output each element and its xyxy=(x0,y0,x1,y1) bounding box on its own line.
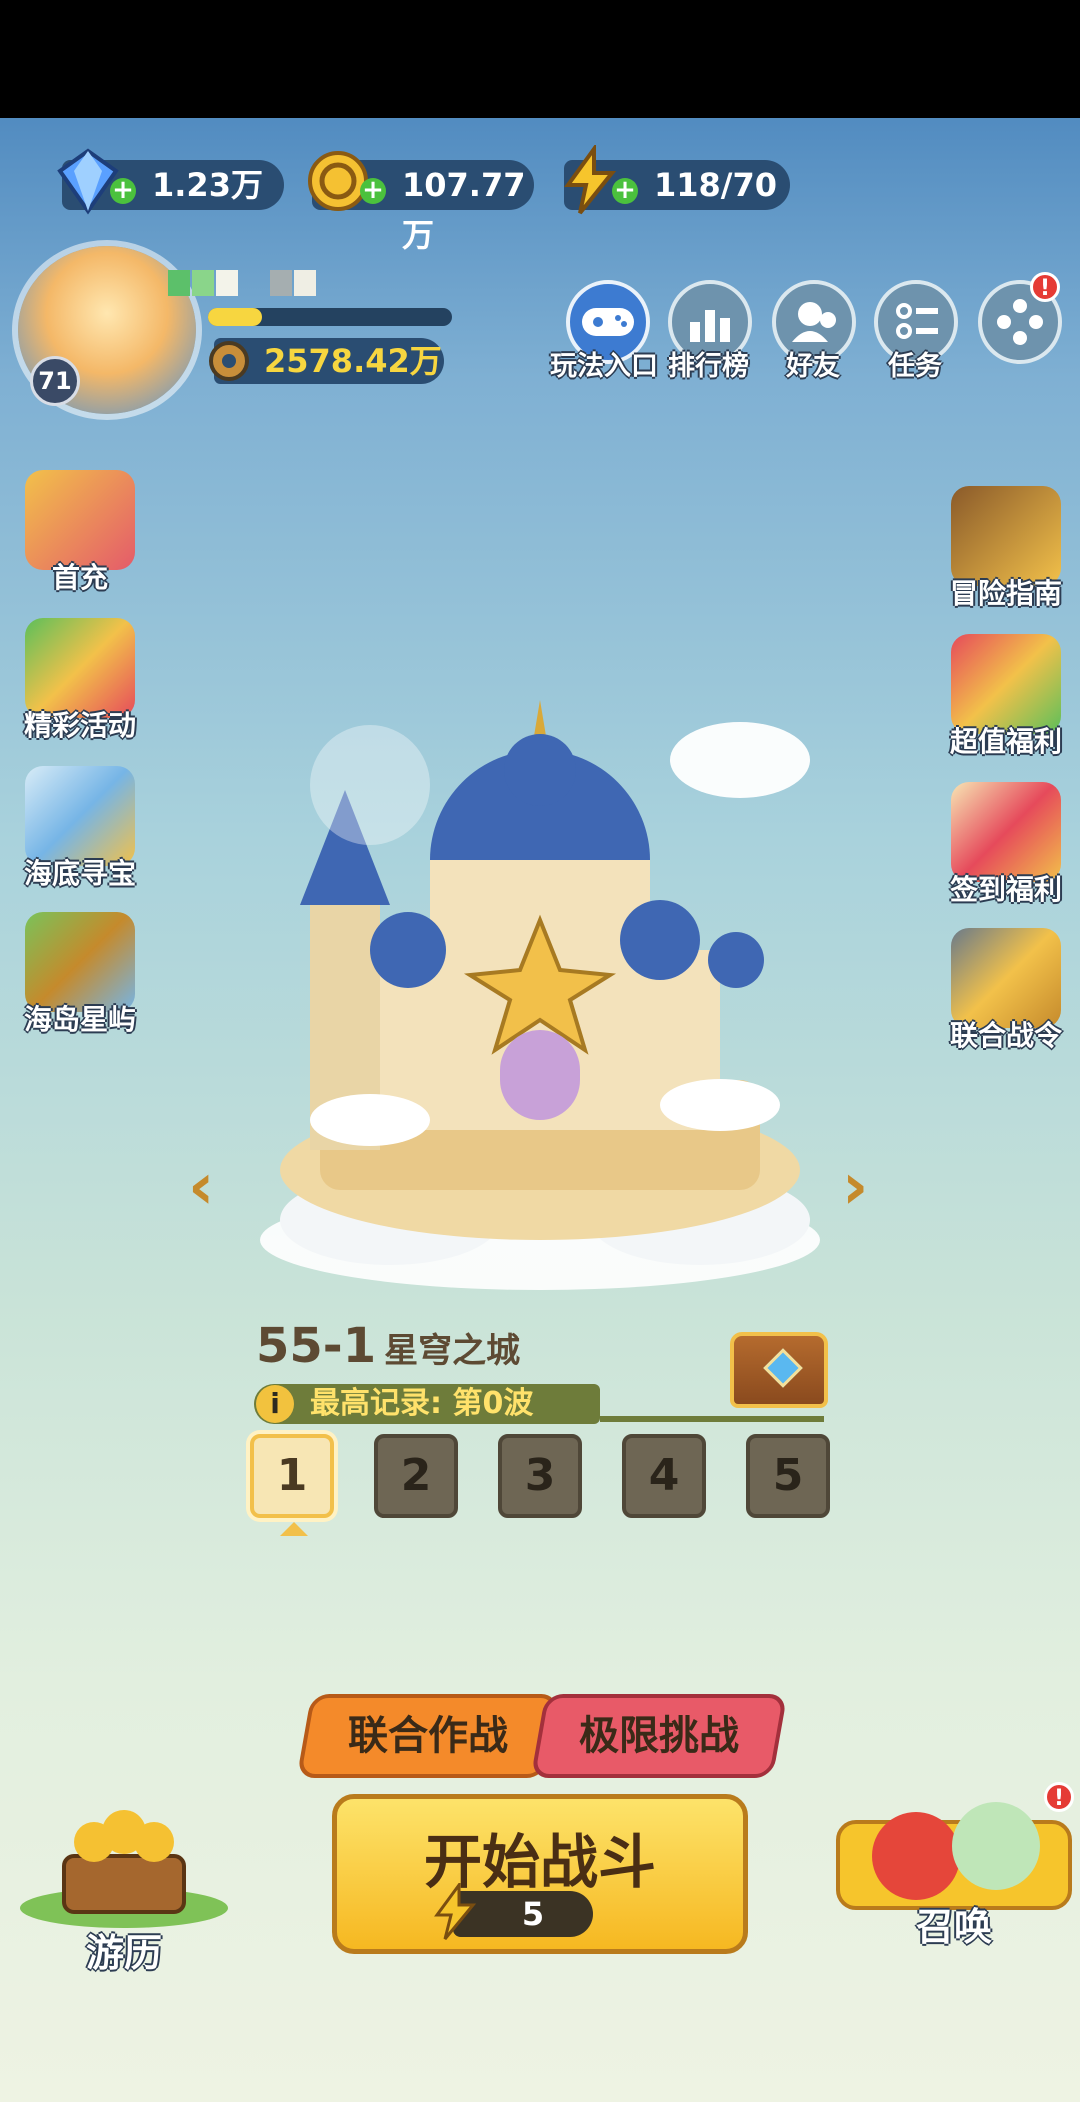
name-placeholder-block xyxy=(192,270,214,296)
island-label: 海岛星屿 xyxy=(23,1003,136,1036)
island-button[interactable]: 海岛星屿 xyxy=(10,912,150,1038)
adventure-guide-label: 冒险指南 xyxy=(949,577,1062,610)
checkin-image xyxy=(951,782,1061,882)
xp-bar xyxy=(208,308,452,326)
friends-label: 好友 xyxy=(786,351,840,382)
castle-illustration xyxy=(260,700,820,1290)
coin-value: 107.77万 xyxy=(402,166,526,254)
treasure-hunt-button[interactable]: 海底寻宝 xyxy=(10,766,150,892)
tasks-label: 任务 xyxy=(888,351,942,382)
checkin-button[interactable]: 签到福利 xyxy=(936,782,1076,908)
chest-gem-icon xyxy=(763,1348,803,1388)
events-image xyxy=(25,618,135,718)
stage-number: 55-1 xyxy=(256,1318,377,1374)
first-recharge-label: 首充 xyxy=(51,561,108,594)
checkin-label: 签到福利 xyxy=(949,873,1062,906)
value-deals-button[interactable]: 超值福利 xyxy=(936,634,1076,760)
battle-pass-label: 联合战令 xyxy=(949,1019,1062,1052)
wave-selected-caret xyxy=(280,1522,308,1536)
energy-cost-icon xyxy=(434,1883,477,1940)
value-deals-label: 超值福利 xyxy=(949,725,1062,758)
more-alert-badge: ! xyxy=(1030,272,1060,302)
coop-battle-label: 联合作战 xyxy=(348,1713,508,1759)
diamond-value: 1.23万 xyxy=(152,166,263,204)
energy-value: 118/70 xyxy=(654,166,778,204)
stage-name: 星穹之城 xyxy=(384,1331,521,1371)
name-placeholder-block xyxy=(216,270,238,296)
battle-pass-button[interactable]: 联合战令 xyxy=(936,928,1076,1054)
wave-button-5[interactable]: 5 xyxy=(746,1434,830,1518)
extreme-challenge-button[interactable]: 极限挑战 xyxy=(530,1694,788,1778)
travel-button[interactable]: 游历 xyxy=(14,1800,234,1977)
extreme-challenge-label: 极限挑战 xyxy=(579,1713,739,1759)
island-image xyxy=(25,912,135,1012)
status-bar xyxy=(0,0,1080,118)
gold-value: 2578.42万 xyxy=(264,342,442,380)
adventure-guide-image xyxy=(951,486,1061,586)
wave-button-3[interactable]: 3 xyxy=(498,1434,582,1518)
gameplay-entry-label: 玩法入口 xyxy=(550,351,658,382)
events-label: 精彩活动 xyxy=(23,709,136,742)
value-deals-image xyxy=(951,634,1061,734)
summon-alert-badge: ! xyxy=(1044,1782,1074,1812)
adventure-guide-button[interactable]: 冒险指南 xyxy=(936,486,1076,612)
coin-counter[interactable]: + 107.77万 xyxy=(308,151,534,254)
wave-button-4[interactable]: 4 xyxy=(622,1434,706,1518)
summon-button[interactable]: 召唤 xyxy=(836,1782,1072,1951)
add-coin-icon[interactable]: + xyxy=(360,177,386,204)
leaderboard-label: 排行榜 xyxy=(668,351,749,382)
treasure-pile-icon xyxy=(20,1810,228,1928)
name-placeholder-block xyxy=(270,270,292,296)
player-level: 71 xyxy=(30,356,80,406)
name-placeholder-block xyxy=(168,270,190,296)
gold-counter: 2578.42万 xyxy=(209,338,444,384)
first-recharge-button[interactable]: 首充 xyxy=(10,470,150,596)
start-battle-button[interactable]: 开始战斗 5 xyxy=(332,1794,748,1954)
xp-bar-fill xyxy=(208,308,262,326)
add-diamond-icon[interactable]: + xyxy=(110,177,136,204)
energy-cost-value: 5 xyxy=(521,1895,545,1933)
treasure-hunt-image xyxy=(25,766,135,866)
treasure-hunt-label: 海底寻宝 xyxy=(23,857,136,890)
coop-battle-button[interactable]: 联合作战 xyxy=(296,1694,560,1778)
start-battle-label: 开始战斗 xyxy=(423,1828,656,1896)
info-icon[interactable]: i xyxy=(256,1385,294,1423)
first-recharge-image xyxy=(25,470,135,570)
next-stage-arrow[interactable]: › xyxy=(842,1150,868,1224)
wave-button-2[interactable]: 2 xyxy=(374,1434,458,1518)
diamond-counter[interactable]: + 1.23万 xyxy=(57,148,284,215)
travel-label: 游历 xyxy=(85,1931,162,1975)
events-button[interactable]: 精彩活动 xyxy=(10,618,150,744)
best-record: i 最高记录: 第0波 xyxy=(254,1384,600,1424)
stage-title: 55-1 星穹之城 xyxy=(256,1318,520,1374)
energy-cost: 5 xyxy=(434,1883,593,1940)
best-record-text: 最高记录: 第0波 xyxy=(310,1386,534,1421)
energy-counter[interactable]: + 118/70 xyxy=(564,145,790,215)
name-placeholder-block xyxy=(294,270,316,296)
stage-reward-chest[interactable] xyxy=(730,1332,828,1408)
wave-button-1[interactable]: 1 xyxy=(250,1434,334,1518)
summon-heroes-icon xyxy=(836,1802,1072,1910)
add-energy-icon[interactable]: + xyxy=(612,177,638,204)
battle-pass-image xyxy=(951,928,1061,1028)
key-coin-icon xyxy=(209,341,249,381)
prev-stage-arrow[interactable]: ‹ xyxy=(188,1150,214,1224)
record-underline xyxy=(600,1416,824,1422)
